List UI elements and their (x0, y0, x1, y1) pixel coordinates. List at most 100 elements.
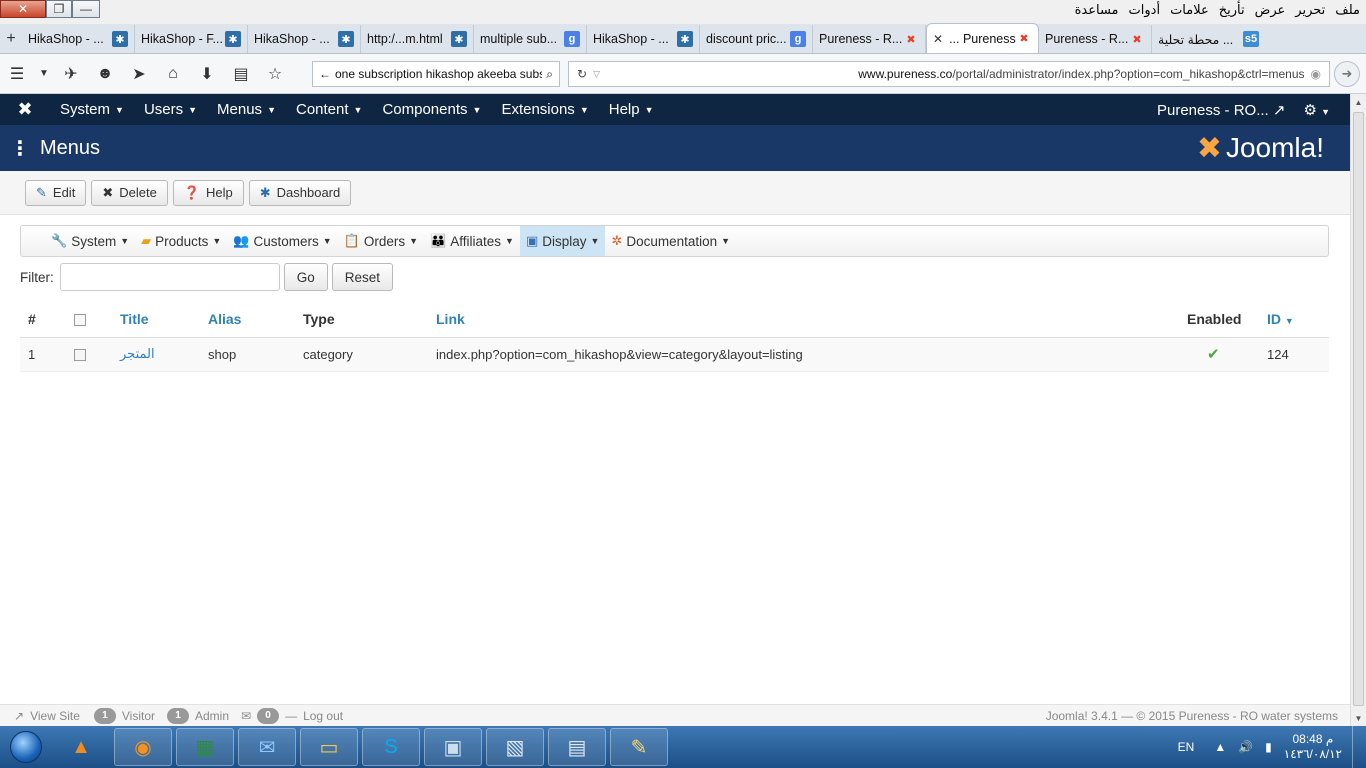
control-panel-icon[interactable]: ▣ (424, 728, 482, 766)
browser-tab[interactable]: multiple sub... g (474, 25, 587, 53)
browser-tab[interactable]: محطة تحلية ... s5 (1152, 25, 1265, 53)
browser-tab[interactable]: HikaShop - ... ✱ (587, 25, 700, 53)
edit-button[interactable]: ✎ Edit (25, 179, 87, 206)
dashboard-button[interactable]: ✱ Dashboard (248, 179, 352, 206)
help-button[interactable]: ❓ Help (172, 179, 244, 206)
scroll-up-icon[interactable]: ▲ (1351, 94, 1366, 110)
vlc-icon[interactable]: ▲ (52, 728, 110, 766)
settings-gear-icon[interactable]: ⚙ ▼ (1303, 101, 1330, 119)
window-minimize-button[interactable]: — (72, 0, 100, 18)
select-all-checkbox[interactable] (74, 314, 86, 327)
scroll-thumb[interactable] (1353, 112, 1364, 706)
hikamenu-display[interactable]: ▣ Display ▼ (519, 226, 606, 256)
delete-button[interactable]: ✖ Delete (91, 179, 168, 206)
chat-icon[interactable]: ☻ (88, 59, 122, 89)
nav-content[interactable]: Content ▼ (286, 101, 372, 118)
browser-tab[interactable]: HikaShop - ... ✱ (248, 25, 361, 53)
hikamenu-products[interactable]: ▰ Products ▼ (135, 226, 227, 256)
go-button[interactable]: Go (283, 263, 328, 291)
browser-titlebar: ✕ ❐ — ملف تحرير عرض تأريخ علامات أدوات م… (0, 0, 1366, 24)
extension-icon[interactable]: ✈ (54, 59, 88, 89)
thunderbird-icon[interactable]: ✉ (238, 728, 296, 766)
menu-view[interactable]: عرض (1255, 2, 1286, 18)
go-forward-button[interactable]: ➜ (1334, 61, 1360, 87)
menu-help[interactable]: مساعدة (1075, 2, 1119, 18)
excel-icon[interactable]: ▦ (176, 728, 234, 766)
hikamenu-customers[interactable]: 👥 Customers ▼ (227, 226, 337, 256)
row-title-link[interactable]: المتجر (120, 346, 155, 361)
tray-arrow-icon[interactable]: ▲ (1214, 740, 1226, 754)
new-tab-button[interactable]: + (0, 25, 22, 53)
clipboard-icon[interactable]: ▤ (224, 59, 258, 89)
hikamenu-system[interactable]: 🔧 System ▼ (45, 226, 135, 256)
filter-input[interactable] (59, 263, 280, 291)
header-title[interactable]: Title (120, 301, 208, 338)
nav-menus[interactable]: Menus ▼ (207, 101, 286, 118)
menu-bookmarks[interactable]: علامات (1170, 2, 1209, 18)
search-icon[interactable]: ⌕ (546, 67, 553, 82)
browser-tab[interactable]: HikaShop - ... ✱ (22, 25, 135, 53)
header-alias[interactable]: Alias (208, 301, 303, 338)
bookmark-star-icon[interactable]: ☆ (258, 59, 292, 89)
volume-icon[interactable]: 🔊 (1238, 740, 1253, 754)
joomla-logo-icon[interactable]: ✖ (0, 99, 50, 120)
window-maximize-button[interactable]: ❐ (46, 0, 72, 18)
enabled-check-icon[interactable]: ✔ (1207, 346, 1220, 363)
firefox-icon[interactable]: ◉ (114, 728, 172, 766)
menu-tools[interactable]: أدوات (1129, 2, 1161, 18)
language-indicator[interactable]: EN (1178, 740, 1195, 754)
scroll-down-icon[interactable]: ▼ (1351, 710, 1366, 726)
nav-users[interactable]: Users ▼ (134, 101, 207, 118)
hikamenu-orders[interactable]: 📋 Orders ▼ (338, 226, 424, 256)
nav-system[interactable]: System ▼ (50, 101, 134, 118)
reload-icon[interactable]: ↻ (577, 67, 587, 81)
header-id[interactable]: ID ▼ (1267, 301, 1329, 338)
address-bar[interactable]: ↻ ▽ www.pureness.co/portal/administrator… (568, 61, 1330, 87)
notepad-icon[interactable]: ▧ (486, 728, 544, 766)
search-input[interactable]: ← one subscription hikashop akeeba subs … (312, 61, 560, 87)
hikamenu-affiliates[interactable]: 👪 Affiliates ▼ (424, 226, 520, 256)
dropdown-arrow-icon[interactable]: ▼ (34, 59, 54, 89)
joomla-icon: ✖ (1019, 33, 1029, 45)
view-site-link[interactable]: View Site (30, 709, 80, 723)
browser-tab[interactable]: Pureness - R... ✖ (1039, 25, 1152, 53)
hikamenu-documentation[interactable]: ✲ Documentation ▼ (605, 226, 736, 256)
browser-tab[interactable]: HikaShop - F... ✱ (135, 25, 248, 53)
menu-edit[interactable]: تحرير (1295, 2, 1325, 18)
start-button[interactable] (0, 726, 52, 768)
reset-button[interactable]: Reset (331, 263, 394, 291)
skype-icon[interactable]: S (362, 728, 420, 766)
logout-link[interactable]: Log out (303, 709, 343, 723)
paint-icon[interactable]: ✎ (610, 728, 668, 766)
window-close-button[interactable]: ✕ (0, 0, 46, 18)
browser-tab[interactable]: Pureness - R... ✖ (813, 25, 926, 53)
home-icon[interactable]: ⌂ (156, 59, 190, 89)
send-icon[interactable]: ➤ (122, 59, 156, 89)
network-icon[interactable]: ▮ (1265, 740, 1272, 754)
browser-tab-active[interactable]: ✕... Pureness ✖ (926, 23, 1039, 53)
browser-tab[interactable]: discount pric... g (700, 25, 813, 53)
url-dropdown-icon[interactable]: ▽ (593, 69, 600, 80)
caret-down-icon: ▼ (579, 104, 589, 115)
show-desktop-button[interactable] (1352, 726, 1366, 768)
header-link[interactable]: Link (436, 301, 1187, 338)
hamburger-menu-icon[interactable]: ☰ (0, 59, 34, 89)
site-name-link[interactable]: Pureness - RO... ↗ (1157, 101, 1285, 119)
file-explorer-icon[interactable]: ▭ (300, 728, 358, 766)
close-tab-icon[interactable]: ✕ (933, 32, 943, 46)
row-checkbox[interactable] (74, 349, 86, 362)
clock[interactable]: 08:48 م ١٤٣٦/٠٨/١٢ (1284, 732, 1342, 762)
row-type: category (303, 337, 436, 372)
nav-help[interactable]: Help ▼ (599, 101, 664, 118)
page-scrollbar[interactable]: ▲ ▼ (1350, 94, 1366, 726)
menu-history[interactable]: تأريخ (1219, 2, 1245, 18)
download-icon[interactable]: ⬇ (190, 59, 224, 89)
browser-tab[interactable]: http:/...m.html ✱ (361, 25, 474, 53)
menu-file[interactable]: ملف (1335, 2, 1360, 18)
nav-extensions[interactable]: Extensions ▼ (491, 101, 598, 118)
table-row[interactable]: 1 المتجر shop category index.php?option=… (20, 337, 1329, 372)
nav-components[interactable]: Components ▼ (372, 101, 491, 118)
site-info-icon[interactable]: ◉ (1311, 67, 1321, 81)
delete-x-icon: ✖ (102, 184, 114, 200)
calculator-icon[interactable]: ▤ (548, 728, 606, 766)
